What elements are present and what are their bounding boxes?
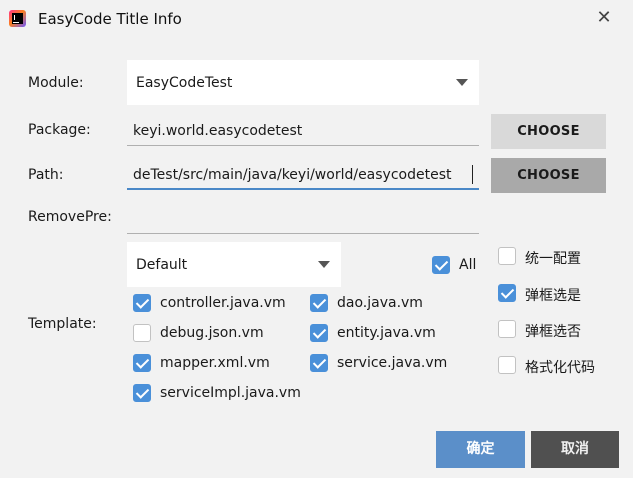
- option-checkbox-unified-config[interactable]: [498, 247, 516, 265]
- template-label: Template:: [28, 316, 97, 332]
- template-checkbox-label: entity.java.vm: [337, 325, 436, 341]
- path-input-value: deTest/src/main/java/keyi/world/easycode…: [133, 167, 452, 183]
- template-checkbox-label: service.java.vm: [337, 355, 448, 371]
- option-checkbox-dialog-yes[interactable]: [498, 284, 516, 302]
- option-checkbox-label: 统一配置: [525, 251, 581, 267]
- template-checkbox-controller[interactable]: [133, 294, 151, 312]
- text-caret: [472, 165, 473, 184]
- module-select-value: EasyCodeTest: [136, 75, 233, 91]
- template-checkbox-dao[interactable]: [310, 294, 328, 312]
- all-checkbox[interactable]: [432, 256, 450, 274]
- template-group-select-value: Default: [136, 257, 188, 273]
- option-checkbox-label: 弹框选是: [525, 288, 581, 304]
- template-checkbox-label: mapper.xml.vm: [160, 355, 270, 371]
- package-choose-button[interactable]: CHOOSE: [491, 114, 606, 149]
- cancel-button[interactable]: 取消: [531, 431, 619, 468]
- template-group-select[interactable]: Default: [127, 242, 341, 287]
- template-checkbox-label: controller.java.vm: [160, 295, 286, 311]
- path-input[interactable]: deTest/src/main/java/keyi/world/easycode…: [127, 160, 479, 190]
- option-checkbox-label: 格式化代码: [525, 360, 595, 376]
- option-checkbox-label: 弹框选否: [525, 324, 581, 340]
- remove-pre-label: RemovePre:: [28, 209, 112, 225]
- template-checkbox-label: serviceImpl.java.vm: [160, 385, 301, 401]
- path-label: Path:: [28, 167, 64, 183]
- option-checkbox-format-code[interactable]: [498, 356, 516, 374]
- template-checkbox-mapper[interactable]: [133, 354, 151, 372]
- package-input-value: keyi.world.easycodetest: [133, 123, 303, 139]
- close-icon[interactable]: ✕: [594, 8, 614, 28]
- template-checkbox-service-impl[interactable]: [133, 384, 151, 402]
- package-input[interactable]: keyi.world.easycodetest: [127, 116, 479, 146]
- chevron-down-icon: [318, 261, 330, 268]
- template-checkbox-service[interactable]: [310, 354, 328, 372]
- option-checkbox-dialog-no[interactable]: [498, 320, 516, 338]
- module-select[interactable]: EasyCodeTest: [127, 60, 479, 105]
- template-checkbox-label: dao.java.vm: [337, 295, 423, 311]
- package-label: Package:: [28, 122, 91, 138]
- remove-pre-input[interactable]: [127, 204, 479, 234]
- chevron-down-icon: [456, 79, 468, 86]
- window-title: EasyCode Title Info: [38, 10, 182, 28]
- path-choose-button[interactable]: CHOOSE: [491, 158, 606, 193]
- intellij-app-icon: [9, 10, 26, 27]
- module-label: Module:: [28, 75, 84, 91]
- template-checkbox-debug[interactable]: [133, 324, 151, 342]
- title-bar: EasyCode Title Info ✕: [0, 0, 633, 42]
- all-checkbox-label: All: [459, 257, 477, 273]
- template-checkbox-label: debug.json.vm: [160, 325, 264, 341]
- template-checkbox-entity[interactable]: [310, 324, 328, 342]
- ok-button[interactable]: 确定: [436, 431, 525, 468]
